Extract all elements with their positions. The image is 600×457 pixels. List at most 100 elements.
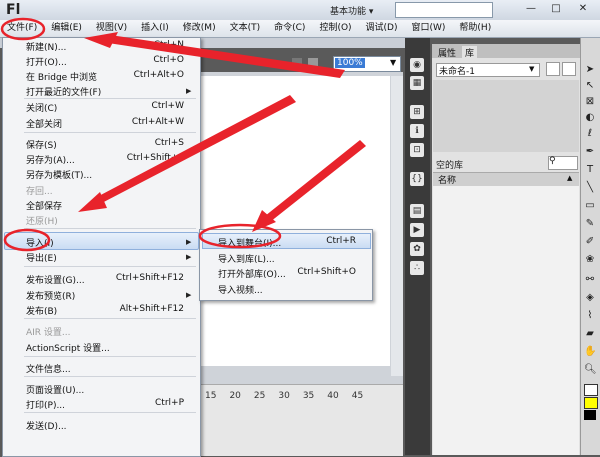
info-panel-icon[interactable]: ℹ xyxy=(410,124,424,138)
stroke-color-swatch[interactable] xyxy=(584,384,598,396)
menu-browse-bridge[interactable]: 在 Bridge 中浏览 xyxy=(26,70,97,83)
workspace-switcher[interactable]: 基本功能 ▾ xyxy=(330,4,373,17)
menu-import-to-stage[interactable]: 导入到舞台(I)... xyxy=(218,236,281,249)
menu-control[interactable]: 控制(O) xyxy=(312,20,358,37)
edit-symbol-icons[interactable] xyxy=(290,56,332,70)
chevron-down-icon[interactable]: ▼ xyxy=(390,58,396,67)
zoom-tool-icon[interactable]: 🔍︎ xyxy=(584,364,597,376)
menu-save-all[interactable]: 全部保存 xyxy=(26,199,62,212)
project-panel-icon[interactable]: ∴ xyxy=(410,261,424,275)
pin-library-icon[interactable] xyxy=(546,62,560,76)
menu-view[interactable]: 视图(V) xyxy=(89,20,134,37)
menu-revert: 还原(H) xyxy=(26,217,58,227)
shortcut: Ctrl+Shift+F12 xyxy=(115,273,184,283)
menu-publish-preview[interactable]: 发布预览(R) xyxy=(26,289,75,302)
new-library-panel-icon[interactable] xyxy=(562,62,576,76)
search-icon: ⚲ xyxy=(549,156,556,166)
menu-new[interactable]: 新建(N)... xyxy=(26,40,66,53)
chevron-down-icon[interactable]: ▼ xyxy=(529,65,534,73)
menu-open-external-library[interactable]: 打开外部库(O)... xyxy=(218,267,286,280)
pencil-tool-icon[interactable]: ✎ xyxy=(584,218,596,230)
eraser-tool-icon[interactable]: ▰ xyxy=(584,328,596,340)
black-white-swatch[interactable] xyxy=(584,410,596,420)
menu-import-to-library[interactable]: 导入到库(L)... xyxy=(218,252,275,265)
menu-separator xyxy=(24,266,196,267)
menu-air-settings: AIR 设置... xyxy=(26,328,71,338)
menu-modify[interactable]: 修改(M) xyxy=(176,20,223,37)
eyedropper-icon[interactable]: ⌇ xyxy=(584,310,596,322)
menu-save-as[interactable]: 另存为(A)... xyxy=(26,153,75,166)
menu-send[interactable]: 发送(D)... xyxy=(26,419,67,432)
help-search-input[interactable] xyxy=(395,2,493,18)
shortcut: Ctrl+N xyxy=(153,40,184,50)
shortcut: Ctrl+Alt+W xyxy=(131,117,184,127)
menu-save-as-template[interactable]: 另存为模板(T)... xyxy=(26,168,92,181)
menu-open-recent[interactable]: 打开最近的文件(F) xyxy=(26,85,101,98)
edit-scene-icon xyxy=(292,58,302,68)
sort-icon[interactable]: ▲ xyxy=(567,174,572,182)
menu-publish[interactable]: 发布(B) xyxy=(26,304,57,317)
menu-file[interactable]: 文件(F) xyxy=(0,20,44,37)
line-tool-icon[interactable]: ╲ xyxy=(584,182,596,194)
shortcut: Ctrl+S xyxy=(154,138,184,148)
lasso-tool-icon[interactable]: ℓ xyxy=(584,128,596,140)
menu-window[interactable]: 窗口(W) xyxy=(405,20,453,37)
library-items-list[interactable] xyxy=(433,186,579,455)
maximize-button[interactable]: □ xyxy=(545,2,567,16)
menu-publish-settings[interactable]: 发布设置(G)... xyxy=(26,273,85,286)
pen-tool-icon[interactable]: ✒ xyxy=(584,146,596,158)
menu-import-video[interactable]: 导入视频... xyxy=(218,283,263,296)
color-panel-icon[interactable]: ◉ xyxy=(410,58,424,72)
close-button[interactable]: ✕ xyxy=(572,2,594,16)
deco-tool-icon[interactable]: ❀ xyxy=(584,254,596,266)
rectangle-tool-icon[interactable]: ▭ xyxy=(584,200,596,212)
menu-page-setup[interactable]: 页面设置(U)... xyxy=(26,383,84,396)
free-transform-icon[interactable]: ⊠ xyxy=(584,96,596,108)
menu-close[interactable]: 关闭(C) xyxy=(26,101,57,114)
components-panel-icon[interactable]: ▤ xyxy=(410,204,424,218)
library-item-count: 空的库 xyxy=(436,161,464,171)
menu-actionscript-settings[interactable]: ActionScript 设置... xyxy=(26,341,110,354)
menu-debug[interactable]: 调试(D) xyxy=(359,20,405,37)
text-tool-icon[interactable]: T xyxy=(584,164,596,176)
menu-export[interactable]: 导出(E) xyxy=(26,251,57,264)
paint-bucket-icon[interactable]: ◈ xyxy=(584,292,596,304)
motion-presets-icon[interactable]: ▶ xyxy=(410,223,424,237)
behaviors-panel-icon[interactable]: ✿ xyxy=(410,242,424,256)
bone-tool-icon[interactable]: ⚯ xyxy=(584,274,596,286)
menu-help[interactable]: 帮助(H) xyxy=(452,20,498,37)
swatches-panel-icon[interactable]: ▦ xyxy=(410,76,424,90)
submenu-arrow-icon: ▶ xyxy=(186,291,192,299)
tab-properties[interactable]: 属性 xyxy=(438,46,456,59)
3d-rotation-icon[interactable]: ◐ xyxy=(584,112,596,124)
menu-save[interactable]: 保存(S) xyxy=(26,138,57,151)
menu-text[interactable]: 文本(T) xyxy=(223,20,268,37)
brush-tool-icon[interactable]: ✐ xyxy=(584,236,596,248)
shortcut: Ctrl+Shift+O xyxy=(297,267,356,277)
stage[interactable] xyxy=(200,76,390,366)
menu-file-info[interactable]: 文件信息... xyxy=(26,362,71,375)
column-name[interactable]: 名称 xyxy=(438,173,456,186)
frame-number: 40 xyxy=(327,391,339,401)
code-snippets-icon[interactable]: {} xyxy=(410,172,424,186)
menu-insert[interactable]: 插入(I) xyxy=(134,20,176,37)
selection-tool-icon[interactable]: ➤ xyxy=(584,64,596,76)
library-document-select[interactable]: 未命名-1 xyxy=(436,63,540,77)
menu-check-in: 存回... xyxy=(26,187,53,197)
subselection-tool-icon[interactable]: ↖ xyxy=(584,80,596,92)
hand-tool-icon[interactable]: ✋ xyxy=(584,346,596,358)
menu-edit[interactable]: 编辑(E) xyxy=(44,20,89,37)
menu-open[interactable]: 打开(O)... xyxy=(26,55,67,68)
shortcut: Ctrl+P xyxy=(155,398,184,408)
stage-scrollbar[interactable] xyxy=(391,76,403,376)
menu-separator xyxy=(24,132,196,133)
menu-print[interactable]: 打印(P)... xyxy=(26,398,65,411)
align-panel-icon[interactable]: ⊞ xyxy=(410,105,424,119)
menu-close-all[interactable]: 全部关闭 xyxy=(26,117,62,130)
transform-panel-icon[interactable]: ⊡ xyxy=(410,143,424,157)
menu-import[interactable]: 导入(I) xyxy=(26,236,54,249)
fill-color-swatch[interactable] xyxy=(584,397,598,409)
menu-commands[interactable]: 命令(C) xyxy=(267,20,312,37)
tab-library[interactable]: 库 xyxy=(462,46,478,59)
minimize-button[interactable]: — xyxy=(520,2,542,16)
